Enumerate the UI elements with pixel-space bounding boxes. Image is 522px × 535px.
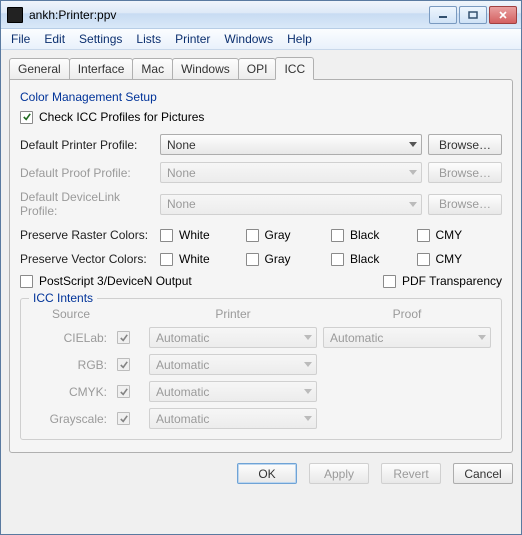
- vector-black-checkbox[interactable]: [331, 253, 344, 266]
- tab-general[interactable]: General: [9, 58, 70, 79]
- intent-grayscale-checkbox: [117, 412, 130, 425]
- intent-cmyk-checkbox: [117, 385, 130, 398]
- intent-cielab-label: CIELab:: [31, 331, 111, 345]
- chevron-down-icon: [304, 362, 312, 367]
- chevron-down-icon: [304, 389, 312, 394]
- intent-cielab-printer-combo: Automatic: [149, 327, 317, 348]
- dialog-footer: OK Apply Revert Cancel: [9, 463, 513, 484]
- chevron-down-icon: [478, 335, 486, 340]
- raster-cmy-checkbox[interactable]: [417, 229, 430, 242]
- menubar[interactable]: File Edit Settings Lists Printer Windows…: [1, 29, 521, 50]
- window: ankh:Printer:ppv File Edit Settings List…: [0, 0, 522, 535]
- proof-profile-browse-button: Browse…: [428, 162, 502, 183]
- tabstrip: General Interface Mac Windows OPI ICC: [9, 56, 513, 79]
- check-icc-profiles-label: Check ICC Profiles for Pictures: [39, 110, 204, 124]
- raster-gray-label: Gray: [265, 228, 291, 242]
- vector-black-label: Black: [350, 252, 379, 266]
- intent-rgb-label: RGB:: [31, 358, 111, 372]
- menu-windows[interactable]: Windows: [218, 30, 279, 48]
- menu-file[interactable]: File: [5, 30, 36, 48]
- intent-rgb-checkbox: [117, 358, 130, 371]
- devicelink-label: Default DeviceLink Profile:: [20, 190, 160, 218]
- icc-intents-group: ICC Intents Source Printer Proof CIELab:…: [20, 298, 502, 440]
- icc-intents-legend: ICC Intents: [29, 291, 97, 305]
- menu-printer[interactable]: Printer: [169, 30, 216, 48]
- intent-cielab-proof-value: Automatic: [330, 331, 383, 345]
- vector-cmy-label: CMY: [436, 252, 463, 266]
- client-area: General Interface Mac Windows OPI ICC Co…: [1, 50, 521, 534]
- intents-header-proof: Proof: [323, 307, 491, 321]
- window-title: ankh:Printer:ppv: [29, 8, 429, 22]
- raster-white-checkbox[interactable]: [160, 229, 173, 242]
- vector-cmy-checkbox[interactable]: [417, 253, 430, 266]
- printer-profile-value: None: [167, 138, 196, 152]
- vector-white-checkbox[interactable]: [160, 253, 173, 266]
- intent-cmyk-printer-value: Automatic: [156, 385, 209, 399]
- vector-gray-checkbox[interactable]: [246, 253, 259, 266]
- intent-cielab-proof-combo: Automatic: [323, 327, 491, 348]
- intent-grayscale-printer-value: Automatic: [156, 412, 209, 426]
- printer-profile-browse-button[interactable]: Browse…: [428, 134, 502, 155]
- devicelink-value: None: [167, 197, 196, 211]
- intent-rgb-printer-combo: Automatic: [149, 354, 317, 375]
- pdf-transparency-checkbox[interactable]: [383, 275, 396, 288]
- titlebar[interactable]: ankh:Printer:ppv: [1, 1, 521, 29]
- section-title: Color Management Setup: [20, 90, 502, 104]
- intent-cmyk-label: CMYK:: [31, 385, 111, 399]
- raster-cmy-label: CMY: [436, 228, 463, 242]
- menu-settings[interactable]: Settings: [73, 30, 128, 48]
- menu-lists[interactable]: Lists: [130, 30, 167, 48]
- devicelink-combo: None: [160, 194, 422, 215]
- chevron-down-icon: [409, 202, 417, 207]
- intent-cmyk-printer-combo: Automatic: [149, 381, 317, 402]
- chevron-down-icon: [409, 170, 417, 175]
- chevron-down-icon: [409, 142, 417, 147]
- raster-black-label: Black: [350, 228, 379, 242]
- chevron-down-icon: [304, 335, 312, 340]
- tab-opi[interactable]: OPI: [238, 58, 277, 79]
- proof-profile-label: Default Proof Profile:: [20, 166, 160, 180]
- preserve-vector-label: Preserve Vector Colors:: [20, 252, 160, 266]
- preserve-raster-label: Preserve Raster Colors:: [20, 228, 160, 242]
- tab-windows[interactable]: Windows: [172, 58, 239, 79]
- minimize-button[interactable]: [429, 6, 457, 24]
- tab-mac[interactable]: Mac: [132, 58, 173, 79]
- close-button[interactable]: [489, 6, 517, 24]
- apply-button: Apply: [309, 463, 369, 484]
- intent-rgb-printer-value: Automatic: [156, 358, 209, 372]
- devicelink-browse-button: Browse…: [428, 194, 502, 215]
- intent-grayscale-printer-combo: Automatic: [149, 408, 317, 429]
- app-icon: [7, 7, 23, 23]
- printer-profile-combo[interactable]: None: [160, 134, 422, 155]
- cancel-button[interactable]: Cancel: [453, 463, 513, 484]
- tab-interface[interactable]: Interface: [69, 58, 134, 79]
- ps3-checkbox[interactable]: [20, 275, 33, 288]
- raster-black-checkbox[interactable]: [331, 229, 344, 242]
- menu-edit[interactable]: Edit: [38, 30, 71, 48]
- proof-profile-value: None: [167, 166, 196, 180]
- maximize-button[interactable]: [459, 6, 487, 24]
- tab-pane-icc: Color Management Setup Check ICC Profile…: [9, 79, 513, 453]
- chevron-down-icon: [304, 416, 312, 421]
- menu-help[interactable]: Help: [281, 30, 318, 48]
- revert-button: Revert: [381, 463, 441, 484]
- ok-button[interactable]: OK: [237, 463, 297, 484]
- vector-white-label: White: [179, 252, 210, 266]
- raster-white-label: White: [179, 228, 210, 242]
- intent-grayscale-label: Grayscale:: [31, 412, 111, 426]
- pdf-transparency-label: PDF Transparency: [402, 274, 502, 288]
- proof-profile-combo: None: [160, 162, 422, 183]
- ps3-label: PostScript 3/DeviceN Output: [39, 274, 192, 288]
- intents-header-source: Source: [31, 307, 111, 321]
- check-icc-profiles-checkbox[interactable]: [20, 111, 33, 124]
- tab-icc[interactable]: ICC: [275, 57, 314, 80]
- printer-profile-label: Default Printer Profile:: [20, 138, 160, 152]
- intent-cielab-printer-value: Automatic: [156, 331, 209, 345]
- raster-gray-checkbox[interactable]: [246, 229, 259, 242]
- vector-gray-label: Gray: [265, 252, 291, 266]
- intent-cielab-checkbox: [117, 331, 130, 344]
- intents-header-printer: Printer: [149, 307, 317, 321]
